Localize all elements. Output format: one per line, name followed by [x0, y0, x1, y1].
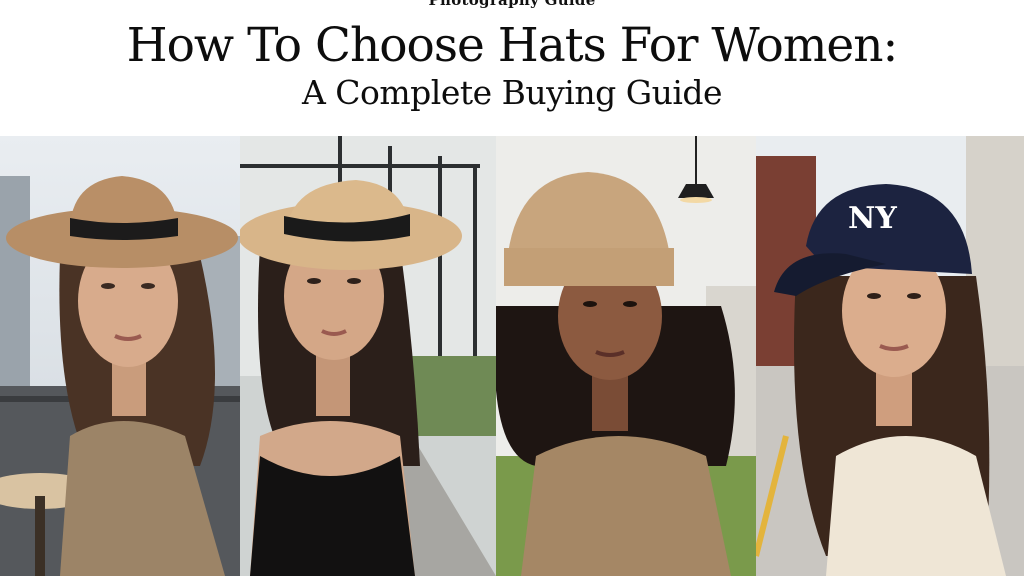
- page-title: How To Choose Hats For Women:: [126, 18, 899, 73]
- photo-straw-hat: [240, 136, 496, 576]
- photo-strip: NY: [0, 136, 1024, 576]
- photo-fedora: [0, 136, 240, 576]
- photo-baseball-cap: NY: [756, 136, 1024, 576]
- page-subtitle: A Complete Buying Guide: [301, 73, 723, 112]
- photo-beanie: [496, 136, 756, 576]
- kicker-label: Photography Guide: [428, 0, 596, 9]
- svg-text:NY: NY: [848, 201, 897, 236]
- header: Photography Guide How To Choose Hats For…: [0, 0, 1024, 136]
